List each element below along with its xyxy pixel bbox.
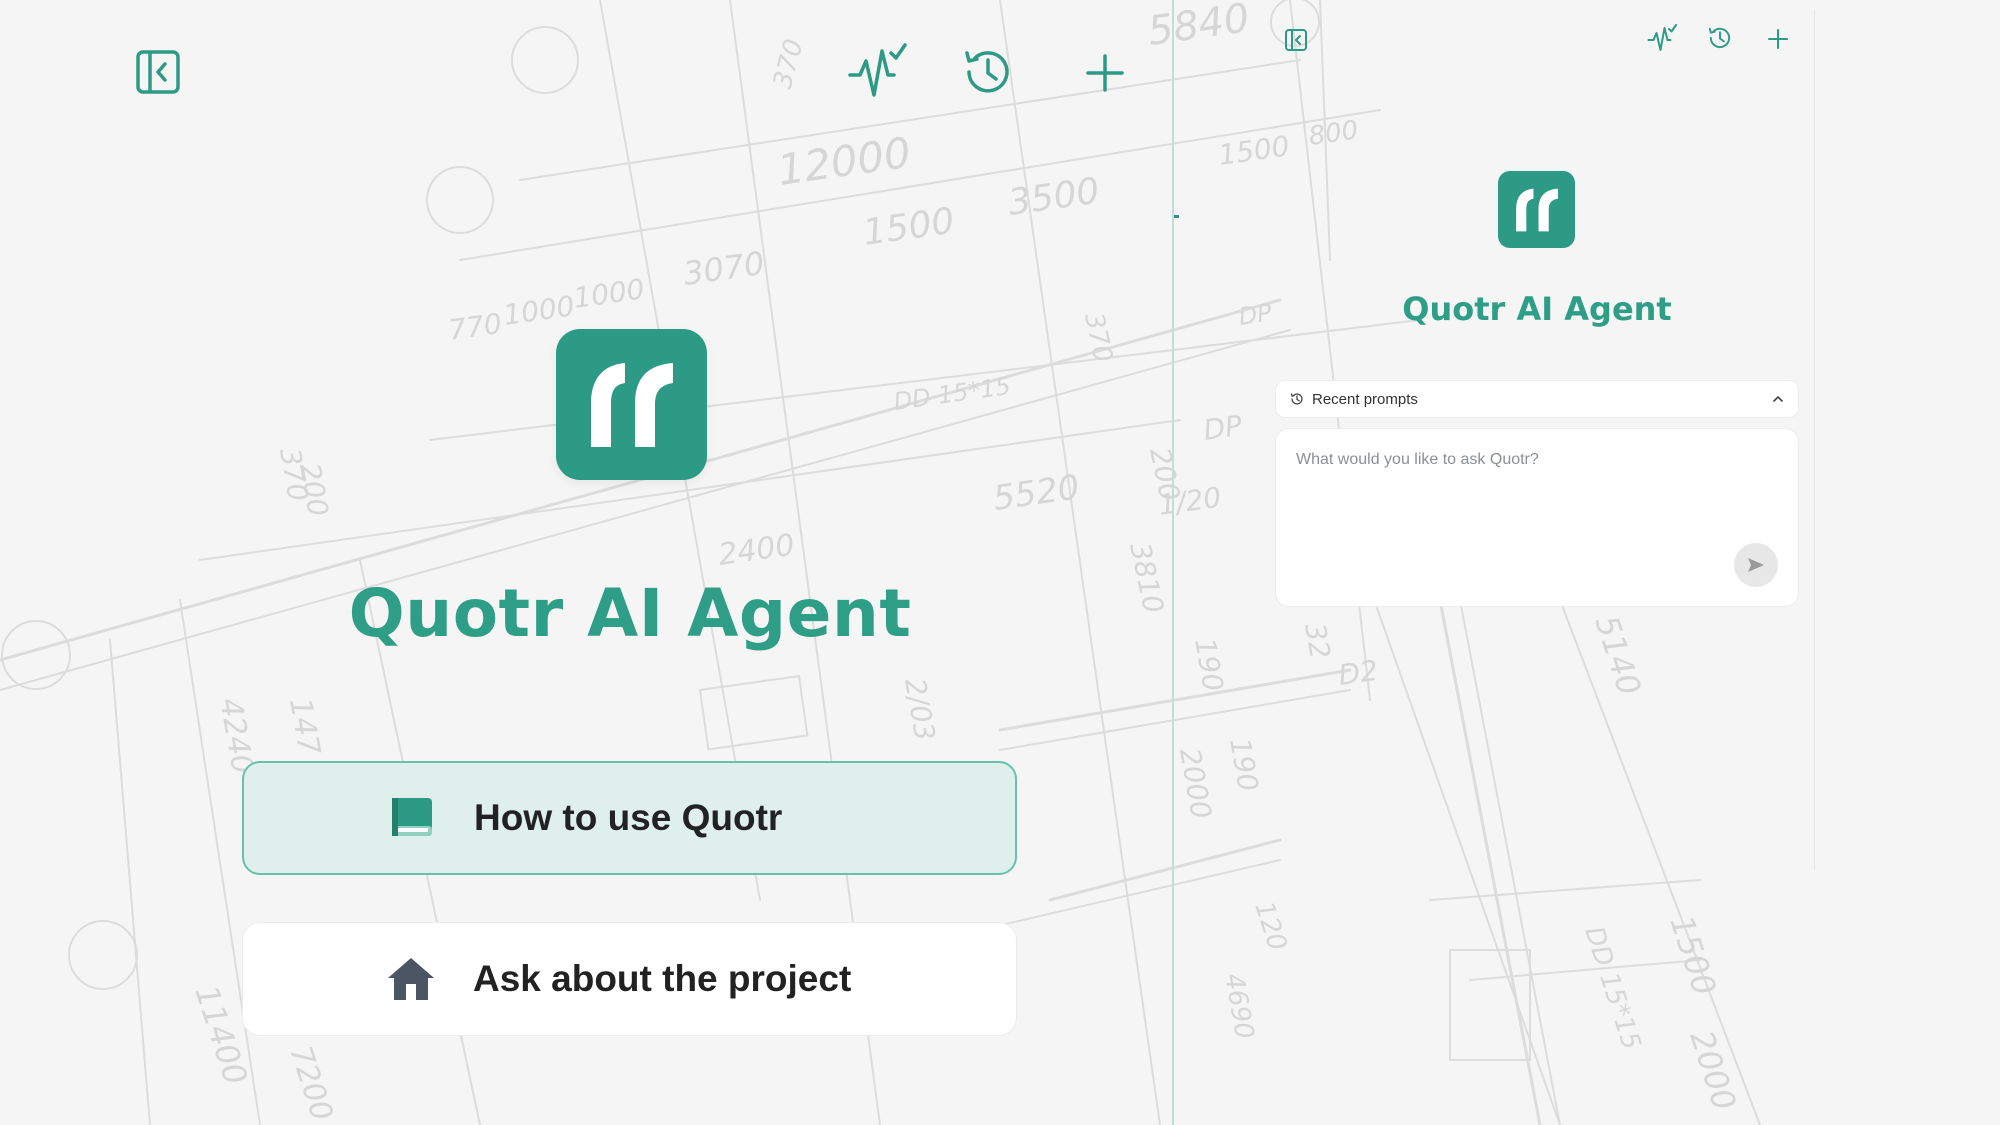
view-divider (1172, 0, 1174, 1125)
panel-activity-button[interactable] (1646, 22, 1678, 54)
svg-text:DP: DP (1201, 409, 1244, 447)
divider-marker (1174, 215, 1179, 218)
chevron-up-icon (1773, 396, 1783, 402)
svg-text:800: 800 (1307, 115, 1360, 152)
panel-edge (1814, 10, 1815, 870)
svg-text:5520: 5520 (991, 467, 1082, 519)
prompt-box (1275, 428, 1799, 607)
svg-text:1500: 1500 (861, 201, 957, 254)
svg-text:7200: 7200 (282, 1042, 339, 1125)
svg-text:2000: 2000 (1682, 1026, 1743, 1115)
svg-text:DD 15*15: DD 15*15 (892, 372, 1012, 416)
panel-quotr-logo (1498, 171, 1575, 248)
plus-icon (1768, 29, 1788, 49)
svg-text:3500: 3500 (1006, 171, 1102, 224)
sidebar-collapse-icon (1285, 29, 1307, 51)
svg-text:770: 770 (446, 307, 504, 347)
ask-project-card[interactable]: Ask about the project (242, 922, 1017, 1036)
svg-text:370: 370 (1078, 310, 1118, 365)
panel-history-button[interactable] (1706, 24, 1734, 52)
panel-collapse-button[interactable] (1283, 27, 1309, 53)
svg-text:3810: 3810 (1123, 540, 1170, 617)
panel-title: Quotr AI Agent (1402, 290, 1672, 328)
quotr-logo (556, 329, 707, 480)
history-icon (1290, 393, 1303, 405)
svg-text:1000: 1000 (501, 289, 576, 332)
svg-text:2/03: 2/03 (898, 675, 941, 743)
svg-text:200: 200 (293, 460, 335, 518)
how-to-use-label: How to use Quotr (474, 797, 783, 838)
how-to-use-card[interactable]: How to use Quotr (242, 761, 1017, 875)
quotr-logo-icon (1515, 188, 1558, 231)
recent-prompts-label: Recent prompts (1312, 390, 1418, 408)
activity-check-icon (1647, 24, 1677, 51)
svg-text:1500: 1500 (1662, 911, 1723, 1000)
sidebar-collapse-icon (136, 50, 180, 94)
page-title: Quotr AI Agent (348, 575, 912, 652)
history-icon (1708, 27, 1731, 49)
svg-text:DD 15*15: DD 15*15 (1578, 923, 1646, 1054)
svg-text:190: 190 (1223, 735, 1265, 793)
plus-icon (1086, 54, 1124, 92)
activity-check-icon (848, 43, 907, 97)
app-root: 5840 370 12000 3500 1500 1500 800 3070 7… (0, 0, 2000, 1125)
new-chat-button[interactable] (1082, 50, 1128, 96)
svg-text:3070: 3070 (681, 244, 767, 293)
svg-text:147: 147 (282, 695, 326, 757)
send-button[interactable] (1734, 543, 1778, 587)
svg-text:4690: 4690 (1218, 971, 1259, 1041)
svg-text:120: 120 (1248, 898, 1292, 954)
svg-text:5140: 5140 (1587, 611, 1648, 700)
quotr-logo-icon (590, 362, 673, 447)
ask-project-label: Ask about the project (473, 958, 852, 999)
svg-text:5840: 5840 (1145, 0, 1252, 55)
panel-new-chat-button[interactable] (1766, 27, 1790, 51)
history-button[interactable] (960, 44, 1016, 100)
svg-text:1000: 1000 (571, 272, 646, 315)
activity-button[interactable] (846, 40, 908, 102)
sidebar-collapse-button[interactable] (134, 48, 182, 96)
svg-text:370: 370 (768, 36, 810, 92)
svg-text:190: 190 (1188, 635, 1230, 693)
svg-text:DP: DP (1237, 299, 1274, 331)
send-icon (1748, 558, 1764, 572)
recent-prompts-toggle[interactable]: Recent prompts (1275, 380, 1799, 418)
book-icon (384, 790, 440, 846)
svg-text:200: 200 (1143, 445, 1186, 504)
prompt-input[interactable] (1296, 451, 1776, 551)
svg-text:2000: 2000 (1173, 745, 1218, 821)
home-icon (383, 951, 439, 1007)
svg-text:2400: 2400 (716, 528, 796, 573)
svg-text:D2: D2 (1336, 654, 1380, 692)
svg-text:32: 32 (1298, 620, 1337, 661)
history-icon (965, 51, 1009, 93)
